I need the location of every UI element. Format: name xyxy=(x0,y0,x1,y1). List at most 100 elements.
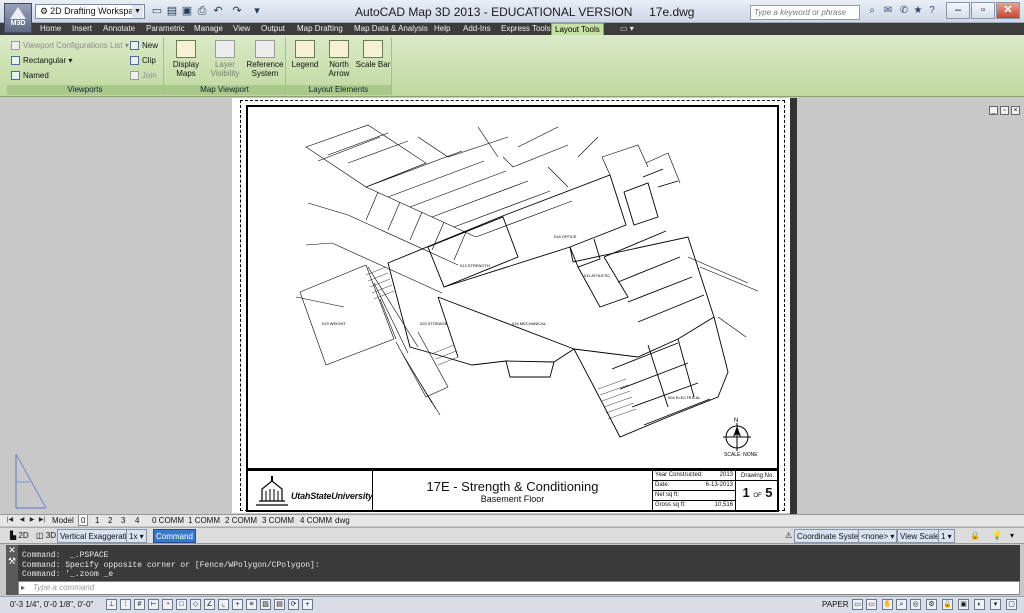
close-drawing-icon[interactable]: × xyxy=(1011,106,1020,115)
named-button[interactable]: Named xyxy=(11,70,49,81)
restore-drawing-icon[interactable]: ▫ xyxy=(1000,106,1009,115)
rectangular-button[interactable]: Rectangular ▾ xyxy=(11,55,72,66)
2d-view-button[interactable]: ▙ 2D xyxy=(8,529,31,543)
minimize-button[interactable]: – xyxy=(946,2,970,19)
tab-insert[interactable]: Insert xyxy=(69,23,95,35)
qat-dropdown-icon[interactable]: ▾ xyxy=(250,4,264,18)
selection-cycling-icon[interactable]: ⟳ xyxy=(288,599,299,610)
close-button[interactable]: ✕ xyxy=(996,2,1020,19)
tab-help[interactable]: Help xyxy=(431,23,453,35)
layout-tab-3-comm[interactable]: 3 COMM xyxy=(260,515,296,526)
new-file-icon[interactable]: ▭ xyxy=(150,4,164,18)
help-icon[interactable]: ? xyxy=(926,5,938,17)
scale-bar-button[interactable]: Scale Bar xyxy=(354,39,392,83)
first-tab-icon[interactable]: |◀ xyxy=(6,516,14,525)
layout-tab-3[interactable]: 3 xyxy=(119,515,127,526)
status-menu-icon[interactable]: ▾ xyxy=(1008,529,1016,543)
join-button[interactable]: Join xyxy=(130,70,157,81)
tab-manage[interactable]: Manage xyxy=(191,23,226,35)
display-maps-button[interactable]: Display Maps xyxy=(167,39,205,83)
new-viewport-button[interactable]: New xyxy=(130,40,158,51)
layout-tab-1-comm[interactable]: 1 COMM xyxy=(186,515,222,526)
favorites-icon[interactable]: ★ xyxy=(912,5,924,17)
quick-view-drawings-icon[interactable]: ▭ xyxy=(866,599,877,610)
paper-space-toggle[interactable]: PAPER xyxy=(822,599,849,611)
wrench-icon[interactable]: ⚒ xyxy=(8,556,16,566)
object-snap-tracking-icon[interactable]: ∠ xyxy=(204,599,215,610)
3d-object-snap-icon[interactable]: ◇ xyxy=(190,599,201,610)
ortho-mode-icon[interactable]: ⊢ xyxy=(148,599,159,610)
view-scale-select[interactable]: 1 ▾ xyxy=(938,529,955,543)
toolbar-lock-icon[interactable]: 🔒 xyxy=(942,599,953,610)
tab-home[interactable]: Home xyxy=(37,23,64,35)
quick-view-layouts-icon[interactable]: ▭ xyxy=(852,599,863,610)
next-tab-icon[interactable]: ▶ xyxy=(28,516,36,525)
chevron-down-icon[interactable]: ▼ xyxy=(132,5,143,18)
layout-tab-0-comm[interactable]: 0 COMM xyxy=(150,515,186,526)
polar-tracking-icon[interactable]: ◔ xyxy=(162,599,173,610)
print-icon[interactable]: ⎙ xyxy=(195,4,209,18)
help-search-input[interactable]: Type a keyword or phrase xyxy=(750,5,860,20)
clean-screen-icon[interactable]: ▢ xyxy=(1006,599,1017,610)
command-input[interactable]: ▸ Type a command xyxy=(18,581,1020,595)
layout-tab-2-comm[interactable]: 2 COMM xyxy=(223,515,259,526)
snap-mode-icon[interactable]: ⁞ xyxy=(120,599,131,610)
layout-tab-4-comm[interactable]: 4 COMM xyxy=(298,515,334,526)
tab-view[interactable]: View xyxy=(230,23,253,35)
subscription-icon[interactable]: ✉ xyxy=(882,5,894,17)
transparency-icon[interactable]: ▨ xyxy=(260,599,271,610)
maximize-button[interactable]: ▫ xyxy=(971,2,995,19)
workspace-select[interactable]: ⚙ 2D Drafting Workspace ▼ xyxy=(35,4,145,19)
dynamic-input-icon[interactable]: + xyxy=(232,599,243,610)
layout-tab-1[interactable]: 1 xyxy=(93,515,101,526)
coordinate-system-select[interactable]: <none> ▾ xyxy=(858,529,898,543)
last-tab-icon[interactable]: ▶| xyxy=(38,516,46,525)
isolate-objects-icon[interactable]: ◐ xyxy=(974,599,985,610)
tab-layout-tools[interactable]: Layout Tools xyxy=(551,23,604,35)
command-line-toggle[interactable]: Command xyxy=(153,529,196,543)
lineweight-icon[interactable]: ≡ xyxy=(246,599,257,610)
warning-icon[interactable]: ⚠ xyxy=(783,529,794,543)
undo-icon[interactable]: ↶ xyxy=(211,4,225,18)
tab-output[interactable]: Output xyxy=(258,23,288,35)
save-icon[interactable]: ▣ xyxy=(180,4,194,18)
binoculars-icon[interactable]: ⌕ xyxy=(866,5,878,17)
quick-properties-icon[interactable]: ▤ xyxy=(274,599,285,610)
lock-icon[interactable]: 🔒 xyxy=(968,529,982,543)
infer-constraints-icon[interactable]: ⊥ xyxy=(106,599,117,610)
tab-annotate[interactable]: Annotate xyxy=(100,23,138,35)
close-icon[interactable]: ✕ xyxy=(8,545,16,555)
object-snap-icon[interactable]: □ xyxy=(176,599,187,610)
tab-map-drafting[interactable]: Map Drafting xyxy=(294,23,346,35)
status-settings-icon[interactable]: ▾ xyxy=(990,599,1001,610)
command-window-handle[interactable]: ✕ ⚒ xyxy=(6,545,18,595)
open-folder-icon[interactable]: ▤ xyxy=(165,4,179,18)
pan-icon[interactable]: ✋ xyxy=(882,599,893,610)
layout-tab-model[interactable]: Model xyxy=(50,515,76,526)
reference-system-button[interactable]: Reference System xyxy=(246,39,284,83)
annotation-monitor-icon[interactable]: + xyxy=(302,599,313,610)
layout-tab-0[interactable]: 0 xyxy=(78,515,89,526)
layout-tab-dwg[interactable]: dwg xyxy=(333,515,352,526)
communication-center-icon[interactable]: ✆ xyxy=(898,5,910,17)
tab-parametric[interactable]: Parametric xyxy=(143,23,188,35)
tab-add-ins[interactable]: Add-Ins xyxy=(460,23,494,35)
redo-icon[interactable]: ↷ xyxy=(230,4,244,18)
tab-map-data-analysis[interactable]: Map Data & Analysis xyxy=(351,23,431,35)
3d-view-button[interactable]: ◫ 3D xyxy=(34,529,58,543)
dynamic-ucs-icon[interactable]: ⌞ xyxy=(218,599,229,610)
tab-express-tools[interactable]: Express Tools xyxy=(498,23,554,35)
ribbon-minimize-icon[interactable]: ▭ ▾ xyxy=(617,23,637,35)
minimize-drawing-icon[interactable]: _ xyxy=(989,106,998,115)
application-menu-button[interactable]: M3D xyxy=(4,3,32,33)
zoom-icon[interactable]: ⌕ xyxy=(896,599,907,610)
north-arrow-button[interactable]: North Arrow xyxy=(320,39,358,83)
legend-button[interactable]: Legend xyxy=(286,39,324,83)
viewport-config-list-button[interactable]: Viewport Configurations List ▾ xyxy=(11,40,129,51)
layer-visibility-button[interactable]: Layer Visibility xyxy=(206,39,244,83)
workspace-switch-icon[interactable]: ⚙ xyxy=(926,599,937,610)
layout-tab-4[interactable]: 4 xyxy=(133,515,141,526)
hardware-acceleration-icon[interactable]: ▣ xyxy=(958,599,969,610)
grid-display-icon[interactable]: # xyxy=(134,599,145,610)
vertical-exaggeration-select[interactable]: 1x ▾ xyxy=(126,529,147,543)
